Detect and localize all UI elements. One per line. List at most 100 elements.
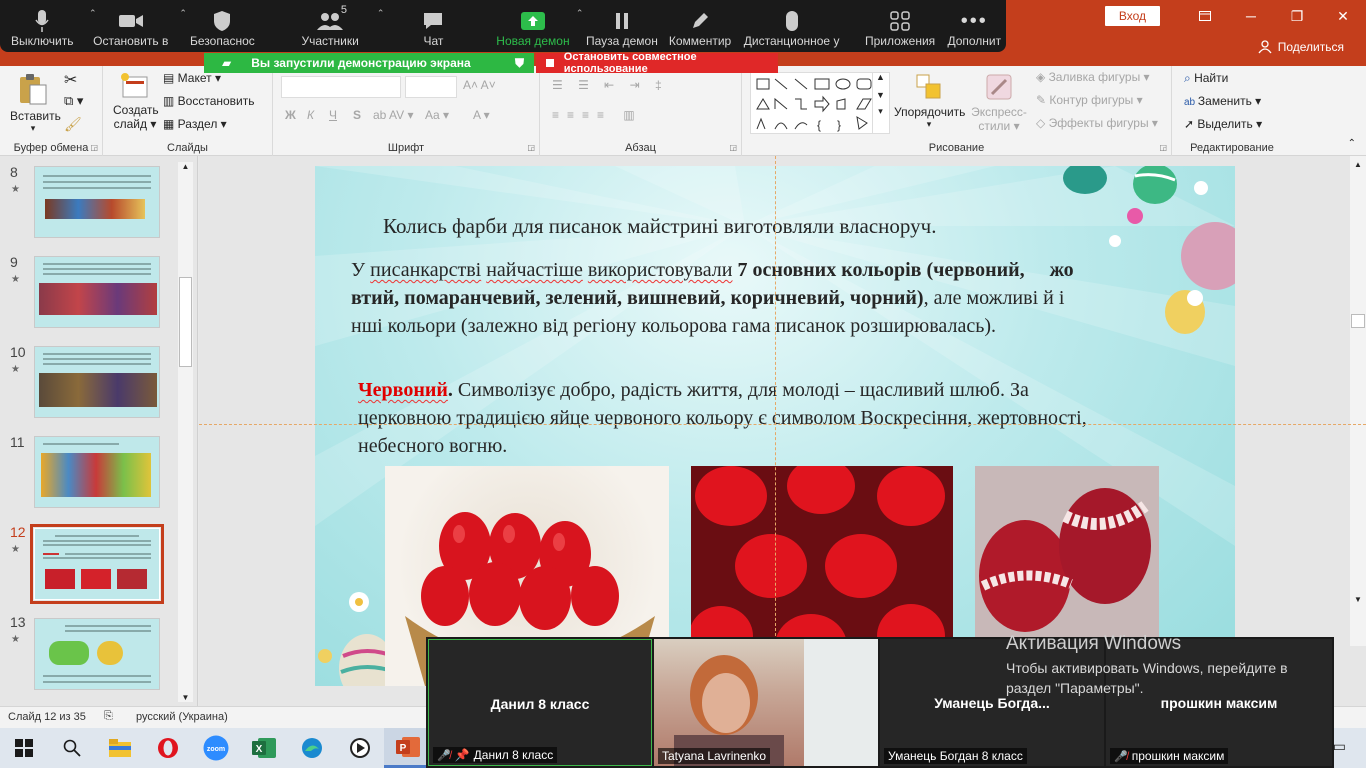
reset-button[interactable]: ▥ Восстановить [163,94,255,108]
strikethrough-button[interactable]: S [353,108,361,122]
taskbar-tray-icon[interactable]: ▭ [1333,738,1346,755]
powerpoint-icon[interactable]: P [384,728,432,768]
slide-thumbnail-13[interactable] [34,618,160,690]
italic-button[interactable]: К [307,108,314,122]
list-icons[interactable]: ☰ ☰ ⇤ ⇥ ‡ [552,78,668,92]
excel-icon[interactable]: X [240,728,288,768]
more-button[interactable]: ••• Дополнит [943,0,1006,52]
slide-paragraph-red[interactable]: Червоний. Символізує добро, радість житт… [358,376,1204,460]
participants-button[interactable]: 5 Участники ⌃ [288,0,384,52]
replace-button[interactable]: ab Заменить ▾ [1184,94,1261,108]
font-name-field[interactable] [281,76,401,98]
video-tile-danyl[interactable]: Данил 8 класс 🎤̸ 📌 Данил 8 класс [428,639,652,766]
new-slide-button[interactable]: Создать слайд ▾ [113,72,159,131]
slide-thumbnail-8[interactable] [34,166,160,238]
select-button[interactable]: ➚ Выделить ▾ [1184,117,1262,131]
file-explorer-icon[interactable] [96,728,144,768]
remote-control-button[interactable]: Дистанционное у [742,0,842,52]
shape-fill-button[interactable]: ◈ Заливка фигуры ▾ [1036,70,1150,84]
zoom-icon[interactable]: zoom [192,728,240,768]
thumbnails-scroll-thumb[interactable] [179,277,192,367]
replace-icon: ab [1184,97,1198,108]
spellcheck-icon[interactable]: ⎘ [104,710,113,723]
minimize-icon[interactable]: ─ [1228,0,1274,32]
shapes-gallery[interactable]: {} [750,72,890,134]
horizontal-smart-guide [199,424,1366,425]
slide-line-1[interactable]: Колись фарби для писанок майстрині вигот… [383,212,936,240]
edge-icon[interactable] [288,728,336,768]
ribbon-display-options-icon[interactable] [1182,0,1228,32]
security-button[interactable]: Безопаснос [185,0,260,52]
drawing-launcher-icon[interactable]: ◲ [1159,143,1167,152]
tile-name-label: 🎤̸ 📌 Данил 8 класс [433,747,558,763]
arrange-button[interactable]: Упорядочить ▾ [894,72,965,130]
mic-muted-icon: 🎤̸ [1114,750,1128,763]
language-indicator[interactable]: русский (Украина) [136,711,228,723]
paste-icon [20,74,47,105]
editor-scrollbar[interactable]: ▲ ▼ [1350,156,1366,646]
slide-editor: Колись фарби для писанок майстрині вигот… [199,156,1366,706]
font-grow-icon[interactable]: A˄ A˅ [463,78,496,92]
clipboard-launcher-icon[interactable]: ◲ [90,143,98,152]
windows-start-icon[interactable] [0,728,48,768]
spacing-icon[interactable]: ab AV ▾ [373,108,414,122]
windows-activation-watermark: Активация Windows Чтобы активировать Win… [1006,634,1336,698]
close-icon[interactable]: ✕ [1320,0,1366,32]
section-button[interactable]: ▦ Раздел ▾ [163,117,227,131]
new-share-button[interactable]: Новая демон ⌃ [495,0,583,52]
opera-icon[interactable] [144,728,192,768]
slide-thumbnail-12[interactable] [30,524,164,604]
change-case-button[interactable]: Aa ▾ [425,108,449,122]
chat-button[interactable]: Чат [410,0,456,52]
arrange-icon [916,74,941,99]
shape-effects-button[interactable]: ◇ Эффекты фигуры ▾ [1036,116,1158,130]
font-launcher-icon[interactable]: ◲ [527,143,535,152]
tile-name-label: Уманець Богдан 8 класс [884,748,1027,764]
underline-button[interactable]: Ч [329,108,337,122]
mute-button[interactable]: Выключить ⌃ [0,0,97,52]
sign-in-button[interactable]: Вход [1104,6,1160,26]
share-button[interactable]: Поделиться [1258,40,1344,54]
paste-button[interactable]: Вставить ▾ [10,72,61,134]
layout-button[interactable]: ▤ Макет ▾ [163,71,221,85]
format-painter-icon[interactable]: 🖌 [64,116,82,133]
pause-icon [615,13,628,29]
shape-outline-button[interactable]: ✎ Контур фигуры ▾ [1036,93,1143,107]
annotate-button[interactable]: Комментир [666,0,733,52]
copy-icon[interactable]: ⧉ ▾ [64,93,83,109]
stop-share-button[interactable]: Остановить совместное использование [536,51,778,75]
paragraph-launcher-icon[interactable]: ◲ [729,143,737,152]
find-button[interactable]: ⌕ Найти [1184,71,1228,86]
collapse-ribbon-icon[interactable]: ⌃ [1348,138,1356,149]
slide-thumbnail-11[interactable] [34,436,160,508]
media-player-icon[interactable] [336,728,384,768]
clipboard-group-label: Буфер обмена [13,142,89,154]
cursor-icon: ➚ [1184,117,1198,131]
bold-button[interactable]: Ж [285,108,296,122]
find-icon: ⌕ [1184,71,1195,85]
stop-video-button[interactable]: Остановить в ⌃ [87,0,187,52]
slide-paragraph-colors[interactable]: У писанкарстві найчастіше використовувал… [351,256,1181,340]
slide-thumbnail-9[interactable] [34,256,160,328]
mouse-icon [785,11,798,31]
align-icons[interactable]: ≡≡≡≡ ▥ [552,108,643,122]
shapes-scroll[interactable]: ▲ ▼ ▾ [872,72,888,134]
restore-icon[interactable]: ❐ [1274,0,1320,32]
quick-styles-button[interactable]: Экспресс-стили ▾ [968,72,1030,133]
font-size-field[interactable] [405,76,457,98]
reset-icon: ▥ [163,94,178,108]
thumbnails-scrollbar[interactable]: ▲ ▼ [178,162,193,702]
video-tile-tatyana[interactable]: Tatyana Lavrinenko [654,639,878,766]
search-icon[interactable] [48,728,96,768]
drawing-group-label: Рисование [928,142,985,154]
thumb-number: 8 [10,164,18,180]
cut-icon[interactable]: ✂ [64,70,77,90]
activation-line-1: Чтобы активировать Windows, перейдите в [1006,660,1288,676]
font-color-icon[interactable]: A ▾ [473,108,490,122]
apps-button[interactable]: Приложения [864,0,937,52]
editor-scroll-thumb[interactable] [1351,314,1365,328]
grip-icon: ▰ [222,56,232,70]
svg-text:P: P [400,743,407,754]
slide-thumbnail-10[interactable] [34,346,160,418]
pause-share-button[interactable]: Пауза демон [585,0,658,52]
